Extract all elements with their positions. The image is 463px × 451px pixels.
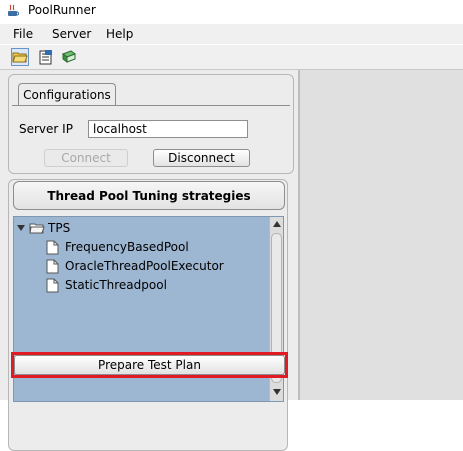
connect-button[interactable]: Connect — [44, 149, 128, 167]
server-ip-label: Server IP — [19, 122, 73, 136]
tree-item-label: FrequencyBasedPool — [65, 240, 189, 254]
menu-file[interactable]: File — [13, 27, 33, 41]
tree-item-oraclethreadpoolexecutor[interactable]: OracleThreadPoolExecutor — [46, 257, 224, 275]
disconnect-button[interactable]: Disconnect — [153, 149, 250, 167]
book-icon — [61, 50, 77, 63]
folder-icon — [29, 223, 45, 233]
tree-item-staticthreadpool[interactable]: StaticThreadpool — [46, 276, 167, 294]
book-button[interactable] — [60, 48, 78, 66]
tree-item-label: OracleThreadPoolExecutor — [65, 259, 224, 273]
left-panel: Configurations Server IP Connect Disconn… — [0, 70, 298, 451]
strategies-header: Thread Pool Tuning strategies — [13, 181, 285, 210]
file-icon — [46, 259, 59, 273]
tab-divider — [12, 105, 290, 106]
menu-server[interactable]: Server — [52, 27, 91, 41]
scroll-down-arrow-icon[interactable] — [273, 389, 281, 395]
prepare-test-plan-button[interactable]: Prepare Test Plan — [14, 355, 285, 375]
file-icon — [46, 278, 59, 292]
document-button[interactable] — [37, 48, 55, 66]
open-button[interactable] — [11, 48, 29, 66]
tab-configurations[interactable]: Configurations — [18, 83, 116, 106]
right-panel — [298, 70, 463, 400]
window-title: PoolRunner — [28, 3, 96, 17]
open-folder-icon — [12, 52, 28, 63]
java-coffee-cup-icon — [8, 4, 19, 16]
title-bar: PoolRunner — [0, 0, 463, 22]
menu-help[interactable]: Help — [106, 27, 133, 41]
tree-item-label: StaticThreadpool — [65, 278, 167, 292]
document-icon — [39, 49, 52, 64]
file-icon — [46, 240, 59, 254]
menu-bar: File Server Help — [0, 24, 463, 44]
tree-root-label: TPS — [48, 221, 71, 235]
server-ip-input[interactable] — [88, 120, 248, 138]
tree-root-row[interactable]: TPS — [17, 219, 70, 237]
toolbar — [0, 45, 463, 70]
expand-triangle-icon[interactable] — [17, 224, 26, 233]
tree-item-frequencybasedpool[interactable]: FrequencyBasedPool — [46, 238, 189, 256]
scroll-up-arrow-icon[interactable] — [273, 221, 281, 227]
